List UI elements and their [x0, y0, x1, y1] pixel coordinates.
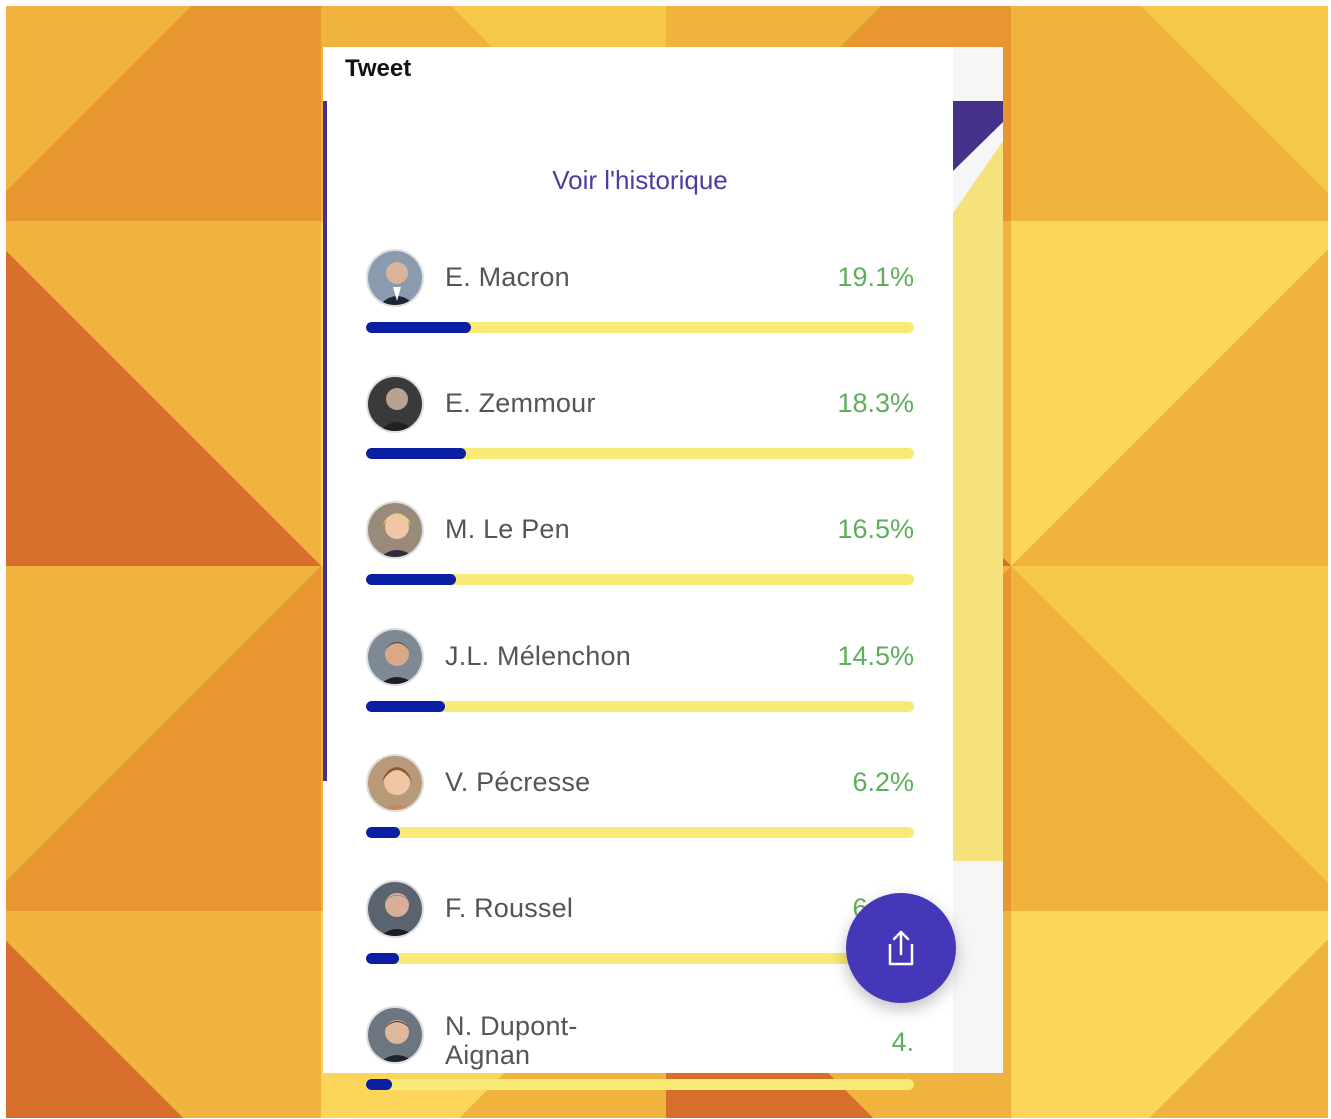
person-avatar-icon [366, 754, 424, 812]
candidate-percent: 16.5% [837, 514, 914, 544]
candidate-percent: 6.2% [852, 767, 914, 797]
progress-fill [366, 448, 467, 459]
candidate-row[interactable]: V. Pécresse 6.2% [366, 754, 914, 854]
progress-fill [366, 322, 471, 333]
candidate-percent: 4. [891, 1027, 914, 1057]
progress-fill [366, 953, 400, 964]
candidate-row[interactable]: N. Dupont- Aignan 4. [366, 1006, 914, 1106]
candidate-name: V. Pécresse [445, 767, 591, 797]
person-avatar-icon [366, 375, 424, 433]
candidate-percent: 14.5% [837, 641, 914, 671]
candidate-row[interactable]: J.L. Mélenchon 14.5% [366, 628, 914, 728]
candidate-name: N. Dupont- Aignan [445, 1012, 578, 1070]
candidate-percent: 19.1% [837, 262, 914, 292]
progress-fill [366, 701, 446, 712]
person-avatar-icon [366, 628, 424, 686]
person-avatar-icon [366, 880, 424, 938]
progress-track [366, 701, 914, 712]
progress-fill [366, 1079, 392, 1090]
candidate-row[interactable]: M. Le Pen 16.5% [366, 501, 914, 601]
candidate-name: M. Le Pen [445, 514, 570, 544]
candidate-row[interactable]: E. Macron 19.1% [366, 249, 914, 349]
candidate-row[interactable]: E. Zemmour 18.3% [366, 375, 914, 475]
progress-fill [366, 574, 457, 585]
candidate-name: E. Macron [445, 262, 570, 292]
candidate-name: F. Roussel [445, 893, 574, 923]
share-button[interactable] [846, 893, 956, 1003]
person-avatar-icon [366, 501, 424, 559]
person-avatar-icon [366, 249, 424, 307]
candidate-name-line1: N. Dupont- [445, 1011, 578, 1041]
person-avatar-icon [366, 1006, 424, 1064]
candidate-percent: 18.3% [837, 388, 914, 418]
tweet-header: Tweet [323, 47, 953, 101]
candidate-name-line2: Aignan [445, 1040, 531, 1070]
candidate-row[interactable]: F. Roussel 6.1% [366, 880, 914, 980]
candidate-name: E. Zemmour [445, 388, 596, 418]
progress-track [366, 1079, 914, 1090]
history-link[interactable]: Voir l'historique [327, 165, 953, 196]
progress-track [366, 574, 914, 585]
share-icon [888, 930, 914, 966]
progress-track [366, 953, 914, 964]
candidate-name: J.L. Mélenchon [445, 641, 631, 671]
progress-fill [366, 827, 400, 838]
tweet-title: Tweet [345, 55, 412, 82]
progress-track [366, 322, 914, 333]
progress-track [366, 827, 914, 838]
progress-track [366, 448, 914, 459]
yellow-edge-decoration [953, 141, 1003, 861]
